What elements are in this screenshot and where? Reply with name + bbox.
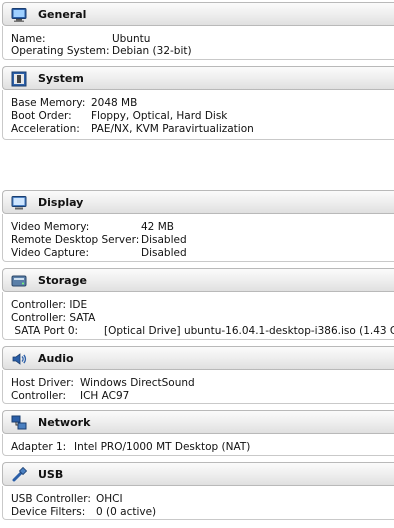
detail-value: ICH AC97 bbox=[80, 390, 130, 402]
detail-value: Debian (32-bit) bbox=[112, 45, 192, 57]
section-header-usb[interactable]: USB bbox=[2, 462, 394, 486]
monitor-icon bbox=[11, 7, 27, 23]
section-title: USB bbox=[38, 468, 64, 481]
section-general: General Name: Ubuntu Operating System: D… bbox=[0, 2, 394, 62]
section-body: Host Driver: Windows DirectSound Control… bbox=[2, 370, 394, 404]
detail-key: Video Memory: bbox=[11, 221, 90, 233]
detail-value: OHCI bbox=[96, 493, 123, 505]
section-display: Display Video Memory: 42 MB Remote Deskt… bbox=[0, 190, 394, 264]
network-icon bbox=[11, 415, 27, 431]
detail-key: Controller: IDE bbox=[11, 299, 88, 311]
speaker-icon bbox=[11, 351, 27, 367]
section-body: Controller: IDE Controller: SATA SATA Po… bbox=[2, 292, 394, 340]
detail-key: Acceleration: bbox=[11, 123, 80, 135]
section-body: Video Memory: 42 MB Remote Desktop Serve… bbox=[2, 214, 394, 262]
detail-key: Controller: bbox=[11, 390, 67, 402]
detail-value: PAE/NX, KVM Paravirtualization bbox=[91, 123, 254, 135]
detail-value: Intel PRO/1000 MT Desktop (NAT) bbox=[74, 441, 251, 453]
storage-icon bbox=[11, 273, 27, 289]
section-audio: Audio Host Driver: Windows DirectSound C… bbox=[0, 346, 394, 406]
section-title: Display bbox=[38, 196, 84, 209]
section-title: Network bbox=[38, 416, 91, 429]
section-usb: USB USB Controller: OHCI Device Filters:… bbox=[0, 462, 394, 522]
section-header-network[interactable]: Network bbox=[2, 410, 394, 434]
section-storage: Storage Controller: IDE Controller: SATA… bbox=[0, 268, 394, 342]
detail-value: 2048 MB bbox=[91, 97, 138, 109]
section-header-audio[interactable]: Audio bbox=[2, 346, 394, 370]
section-header-system[interactable]: System bbox=[2, 66, 394, 90]
detail-key: Operating System: bbox=[11, 45, 110, 57]
section-body: Name: Ubuntu Operating System: Debian (3… bbox=[2, 26, 394, 60]
detail-key: Host Driver: bbox=[11, 377, 74, 389]
section-system: System Base Memory: 2048 MB Boot Order: … bbox=[0, 66, 394, 142]
section-title: System bbox=[38, 72, 84, 85]
chip-icon bbox=[11, 71, 27, 87]
section-header-storage[interactable]: Storage bbox=[2, 268, 394, 292]
detail-value: 42 MB bbox=[141, 221, 174, 233]
detail-value: [Optical Drive] ubuntu-16.04.1-desktop-i… bbox=[104, 325, 394, 337]
detail-key: Adapter 1: bbox=[11, 441, 67, 453]
section-body: Adapter 1: Intel PRO/1000 MT Desktop (NA… bbox=[2, 434, 394, 456]
usb-icon bbox=[11, 466, 28, 483]
detail-key: Boot Order: bbox=[11, 110, 72, 122]
detail-value: Floppy, Optical, Hard Disk bbox=[91, 110, 228, 122]
detail-value: Disabled bbox=[141, 247, 187, 259]
detail-key: Base Memory: bbox=[11, 97, 86, 109]
detail-key: Remote Desktop Server: bbox=[11, 234, 140, 246]
section-header-display[interactable]: Display bbox=[2, 190, 394, 214]
detail-key: SATA Port 0: bbox=[11, 325, 79, 337]
section-title: Audio bbox=[38, 352, 74, 365]
detail-value: 0 (0 active) bbox=[96, 506, 157, 518]
detail-value: Disabled bbox=[141, 234, 187, 246]
detail-value: Windows DirectSound bbox=[80, 377, 195, 389]
detail-key: Controller: SATA bbox=[11, 312, 96, 324]
display-icon bbox=[11, 195, 27, 211]
detail-key: Device Filters: bbox=[11, 506, 86, 518]
detail-key: USB Controller: bbox=[11, 493, 91, 505]
detail-key: Video Capture: bbox=[11, 247, 90, 259]
section-title: General bbox=[38, 8, 87, 21]
section-title: Storage bbox=[38, 274, 87, 287]
section-header-general[interactable]: General bbox=[2, 2, 394, 26]
section-network: Network Adapter 1: Intel PRO/1000 MT Des… bbox=[0, 410, 394, 458]
section-body: Base Memory: 2048 MB Boot Order: Floppy,… bbox=[2, 90, 394, 140]
section-body: USB Controller: OHCI Device Filters: 0 (… bbox=[2, 486, 394, 520]
